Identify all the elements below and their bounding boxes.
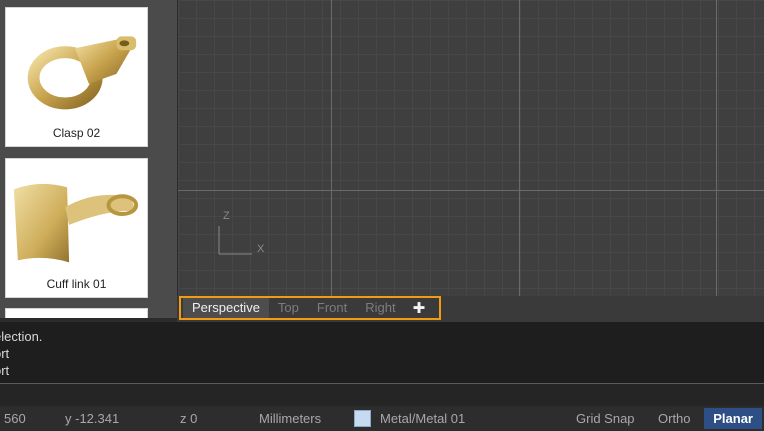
- library-panel: Clasp 02 Cuff link 01: [0, 0, 177, 318]
- coord-x: 560: [4, 411, 26, 426]
- library-item-label: Clasp 02: [52, 126, 101, 140]
- tab-front[interactable]: Front: [308, 298, 356, 318]
- library-item-label: Cuff link 01: [46, 277, 107, 291]
- grid-major-line: [716, 0, 717, 296]
- grid-snap-toggle[interactable]: Grid Snap: [576, 406, 635, 431]
- material-label[interactable]: Metal/Metal 01: [380, 406, 465, 431]
- viewport-tabs: Perspective Top Front Right ✚: [179, 296, 442, 320]
- command-input[interactable]: [0, 384, 764, 406]
- tab-perspective[interactable]: Perspective: [183, 298, 269, 318]
- perspective-viewport[interactable]: Z X: [177, 0, 764, 296]
- grid-major-line: [519, 0, 520, 296]
- ortho-toggle[interactable]: Ortho: [658, 406, 691, 431]
- tab-right[interactable]: Right: [356, 298, 404, 318]
- units-label[interactable]: Millimeters: [259, 406, 321, 431]
- library-item-cufflink[interactable]: Cuff link 01: [5, 158, 148, 298]
- tab-top[interactable]: Top: [269, 298, 308, 318]
- history-line: ort: [0, 346, 10, 361]
- coord-z: z 0: [180, 411, 198, 426]
- axis-gizmo-icon: [218, 226, 252, 255]
- planar-toggle[interactable]: Planar: [704, 408, 762, 429]
- command-history: election. ort ort: [0, 322, 764, 384]
- cufflink-thumbnail-icon: [13, 183, 139, 263]
- clasp-thumbnail-icon: [27, 36, 137, 110]
- material-swatch-icon[interactable]: [354, 410, 371, 427]
- history-line: ort: [0, 363, 10, 378]
- grid-major-line: [178, 190, 764, 191]
- library-item-partial[interactable]: [5, 308, 148, 318]
- axis-x-label: X: [257, 243, 265, 255]
- status-bar: 560 y -12.341 z 0 Millimeters Metal/Meta…: [0, 406, 764, 431]
- library-item-clasp[interactable]: Clasp 02: [5, 7, 148, 147]
- history-line: election.: [0, 329, 43, 344]
- plus-icon[interactable]: ✚: [405, 299, 426, 317]
- viewport-tabs-bar: Perspective Top Front Right ✚: [177, 296, 764, 322]
- coord-y: y -12.341: [65, 411, 120, 426]
- axis-z-label: Z: [223, 210, 230, 222]
- grid-major-line: [331, 0, 332, 296]
